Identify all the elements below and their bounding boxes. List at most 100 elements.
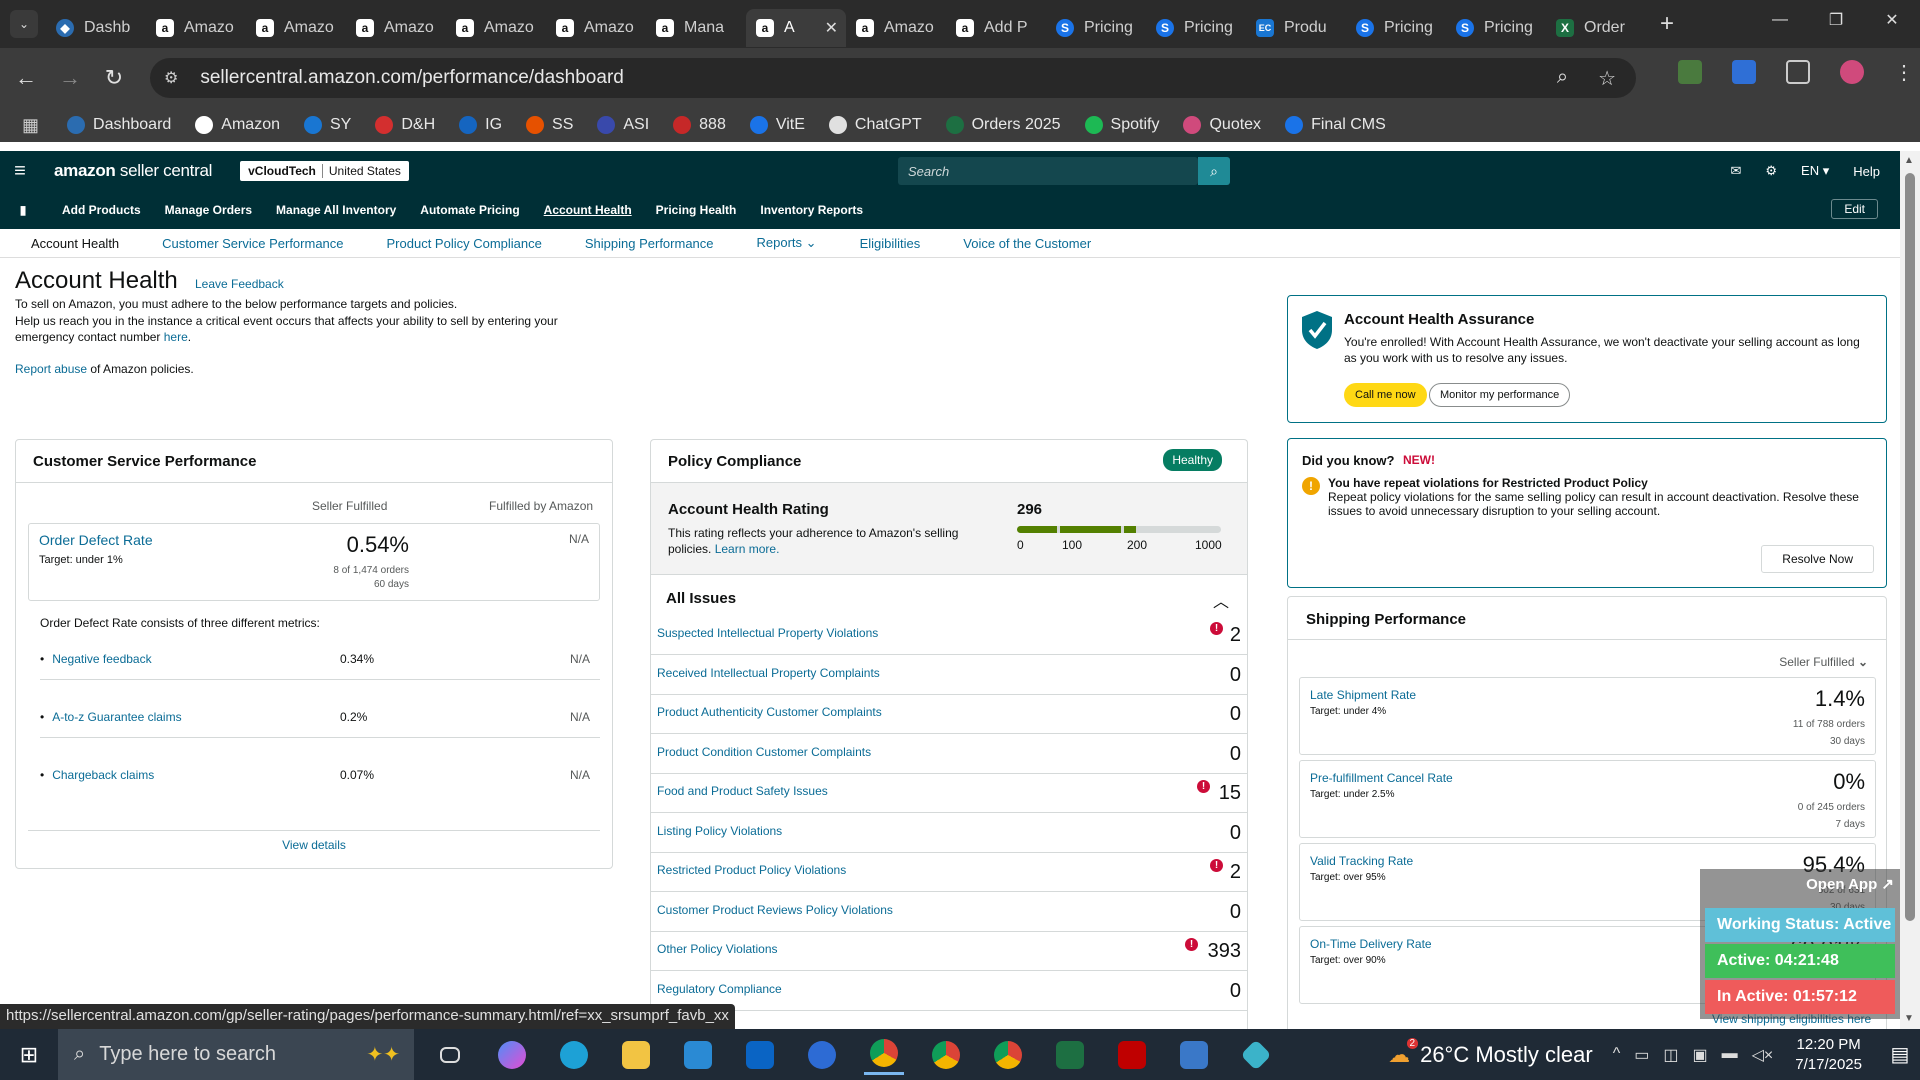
issue-link[interactable]: Listing Policy Violations (657, 824, 782, 838)
subnav-shipping[interactable]: Shipping Performance (585, 236, 714, 251)
nav-item[interactable]: Manage All Inventory (276, 203, 396, 217)
help-link[interactable]: Help (1853, 164, 1880, 179)
nav-item[interactable]: Manage Orders (165, 203, 252, 217)
camera-icon[interactable]: ◫ (1663, 1045, 1678, 1065)
report-abuse-link[interactable]: Report abuse (15, 362, 87, 376)
extension-icon[interactable] (1678, 60, 1702, 84)
site-info-icon[interactable]: ⚙ (164, 68, 178, 88)
emergency-contact-link[interactable]: here (164, 330, 188, 344)
outlook-icon[interactable] (740, 1035, 780, 1075)
calculator-icon[interactable] (1174, 1035, 1214, 1075)
clock[interactable]: 12:20 PM 7/17/2025 (1795, 1035, 1862, 1075)
chevron-up-icon[interactable]: ^ (1613, 1045, 1621, 1065)
extension-icon[interactable] (1732, 60, 1756, 84)
notifications-icon[interactable]: ▤ (1880, 1042, 1920, 1067)
screen-icon[interactable]: ▣ (1692, 1045, 1707, 1065)
zoom-icon[interactable]: ⌕ (1557, 66, 1568, 91)
language-selector[interactable]: EN ▾ (1801, 163, 1829, 179)
nav-item[interactable]: Add Products (62, 203, 141, 217)
learn-more-link[interactable]: Learn more. (715, 542, 780, 556)
metric-link[interactable]: Negative feedback (40, 652, 151, 666)
hamburger-menu-icon[interactable]: ≡ (0, 160, 40, 183)
browser-tab[interactable]: a Mana (646, 9, 746, 47)
store-icon[interactable] (678, 1035, 718, 1075)
issue-link[interactable]: Regulatory Compliance (657, 982, 782, 996)
nav-item[interactable]: Inventory Reports (760, 203, 863, 217)
issue-link[interactable]: Product Condition Customer Complaints (657, 745, 871, 759)
nav-item[interactable]: Account Health (544, 203, 632, 217)
monitor-performance-button[interactable]: Monitor my performance (1429, 383, 1571, 407)
account-switcher[interactable]: vCloudTech United States (240, 161, 409, 181)
bookmark-item[interactable]: VitE (749, 116, 805, 134)
shipping-metric-link[interactable]: Pre-fulfillment Cancel Rate (1310, 771, 1453, 785)
browser-tab[interactable]: S Pricing (1046, 9, 1146, 47)
back-button[interactable]: ← (8, 60, 44, 96)
resolve-now-button[interactable]: Resolve Now (1761, 545, 1874, 573)
browser-tab[interactable]: a Amazo (146, 9, 246, 47)
page-scrollbar[interactable]: ▲ ▼ (1900, 151, 1920, 1029)
browser-tab[interactable]: a Amazo (246, 9, 346, 47)
browser-tab[interactable]: ◆ Dashb (46, 9, 146, 47)
bookmark-item[interactable]: ASI (597, 116, 649, 134)
network-icon[interactable]: ▭ (1634, 1045, 1649, 1065)
bookmark-item[interactable]: 888 (673, 116, 726, 134)
fulfillment-filter-dropdown[interactable]: Seller Fulfilled ⌄ (1779, 655, 1868, 669)
bookmark-item[interactable]: D&H (375, 116, 435, 134)
tab-search-button[interactable]: ⌄ (10, 10, 38, 38)
file-explorer-icon[interactable] (616, 1035, 656, 1075)
shipping-metric-link[interactable]: Late Shipment Rate (1310, 688, 1416, 702)
subnav-account-health[interactable]: Account Health (31, 236, 119, 251)
chrome-profile-icon[interactable] (926, 1035, 966, 1075)
metric-link[interactable]: Chargeback claims (40, 768, 154, 782)
scroll-up-arrow[interactable]: ▲ (1904, 155, 1914, 166)
bookmark-star-icon[interactable]: ☆ (1598, 66, 1616, 91)
battery-icon[interactable]: ▬ (1722, 1045, 1738, 1065)
subnav-eligibilities[interactable]: Eligibilities (860, 236, 921, 251)
weather-widget[interactable]: ☁ 2 26°C Mostly clear (1388, 1037, 1593, 1068)
edit-nav-button[interactable]: Edit (1831, 199, 1878, 219)
minimize-button[interactable]: — (1752, 0, 1808, 40)
chrome-profile-icon[interactable] (988, 1035, 1028, 1075)
bookmark-item[interactable]: Quotex (1183, 116, 1261, 134)
subnav-product-policy[interactable]: Product Policy Compliance (387, 236, 542, 251)
browser-tab[interactable]: S Pricing (1146, 9, 1246, 47)
seller-search-input[interactable]: Search (898, 157, 1198, 185)
bookmark-icon[interactable]: ▮ (8, 203, 38, 217)
bookmark-item[interactable]: Spotify (1084, 116, 1159, 134)
close-tab-icon[interactable]: ✕ (825, 18, 838, 38)
task-view-icon[interactable] (430, 1035, 470, 1075)
taskbar-search-input[interactable]: ⌕ Type here to search ✦✦ (58, 1029, 414, 1080)
close-window-button[interactable]: ✕ (1864, 0, 1920, 40)
bookmark-item[interactable]: SY (304, 116, 351, 134)
search-icon[interactable]: ⌕ (1198, 157, 1230, 185)
chevron-up-icon[interactable]: ︿ (1213, 588, 1229, 612)
bookmark-item[interactable]: Orders 2025 (945, 116, 1061, 134)
volume-mute-icon[interactable]: ◁× (1752, 1045, 1774, 1065)
edge-icon[interactable] (554, 1035, 594, 1075)
shipping-metric-link[interactable]: On-Time Delivery Rate (1310, 937, 1432, 951)
bookmark-item[interactable]: Amazon (195, 116, 280, 134)
bookmark-item[interactable]: Dashboard (67, 116, 171, 134)
seller-central-logo[interactable]: amazon seller central (54, 161, 212, 181)
leave-feedback-link[interactable]: Leave Feedback (195, 277, 284, 291)
browser-tab[interactable]: a A ✕ (746, 9, 846, 47)
browser-tab[interactable]: a Amazo (546, 9, 646, 47)
bookmark-item[interactable]: Final CMS (1285, 116, 1386, 134)
bookmark-item[interactable]: ChatGPT (828, 116, 922, 134)
extensions-puzzle-icon[interactable] (1786, 60, 1810, 84)
gear-icon[interactable]: ⚙ (1765, 163, 1777, 179)
scroll-down-arrow[interactable]: ▼ (1904, 1013, 1914, 1024)
nav-item[interactable]: Pricing Health (656, 203, 737, 217)
shipping-metric-link[interactable]: Valid Tracking Rate (1310, 854, 1413, 868)
browser-tab[interactable]: S Pricing (1346, 9, 1446, 47)
address-bar[interactable]: ⚙ sellercentral.amazon.com/performance/d… (150, 58, 1636, 98)
browser-tab[interactable]: a Amazo (346, 9, 446, 47)
browser-menu-icon[interactable]: ⋮ (1894, 60, 1914, 84)
filezilla-icon[interactable] (1112, 1035, 1152, 1075)
scroll-thumb[interactable] (1905, 173, 1915, 921)
order-defect-rate-link[interactable]: Order Defect Rate (39, 532, 153, 548)
browser-tab[interactable]: EC Produ (1246, 9, 1346, 47)
issue-link[interactable]: Suspected Intellectual Property Violatio… (657, 626, 878, 640)
copilot-icon[interactable] (492, 1035, 532, 1075)
bookmark-item[interactable]: SS (526, 116, 573, 134)
